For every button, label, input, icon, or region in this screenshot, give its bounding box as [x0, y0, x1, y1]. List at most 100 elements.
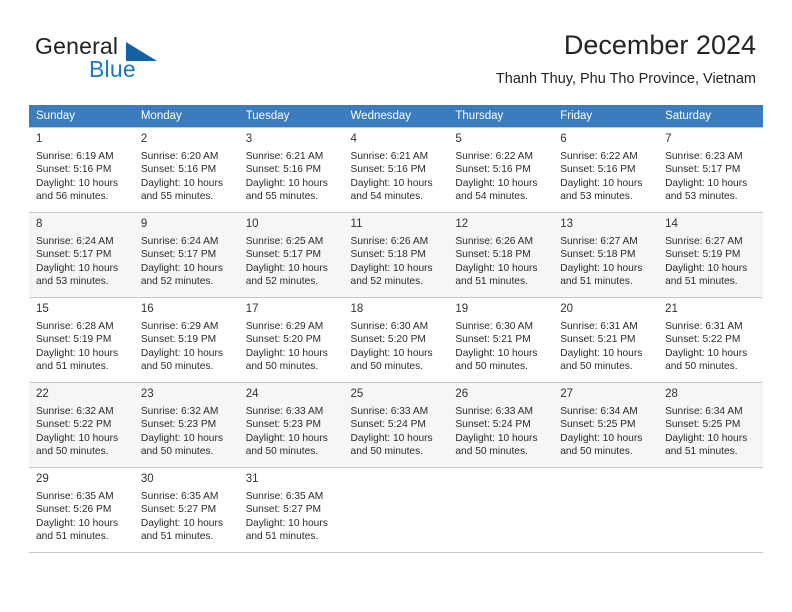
- day-number: 14: [665, 218, 678, 230]
- day-cell-content: 15 Sunrise: 6:28 AM Sunset: 5:19 PM Dayligh…: [29, 298, 134, 380]
- day-cell-content: 24 Sunrise: 6:33 AM Sunset: 5:23 PM Dayligh…: [239, 383, 344, 465]
- calendar-day-cell[interactable]: 21 Sunrise: 6:31 AM Sunset: 5:22 PM Dayligh…: [658, 297, 763, 383]
- calendar-day-cell[interactable]: 5 Sunrise: 6:22 AM Sunset: 5:16 PM Daylight…: [448, 127, 554, 213]
- calendar-day-cell[interactable]: 26 Sunrise: 6:33 AM Sunset: 5:24 PM Dayligh…: [448, 382, 554, 468]
- day-cell-content: 3 Sunrise: 6:21 AM Sunset: 5:16 PM Daylight…: [239, 128, 344, 210]
- sunset-time: Sunset: 5:19 PM: [36, 334, 112, 346]
- calendar-day-cell[interactable]: 30 Sunrise: 6:35 AM Sunset: 5:27 PM Dayligh…: [133, 467, 239, 553]
- sunset-time: Sunset: 5:16 PM: [245, 164, 322, 176]
- calendar-day-cell[interactable]: 8 Sunrise: 6:24 AM Sunset: 5:17 PM Daylight…: [29, 212, 134, 298]
- calendar-week-row: 29 Sunrise: 6:35 AM Sunset: 5:26 PM Dayligh…: [29, 467, 763, 553]
- day-number: 2: [140, 133, 148, 145]
- day-sun-info: Sunrise: 6:21 AM Sunset: 5:16 PM Daylight:…: [351, 150, 443, 204]
- sunset-time: Sunset: 5:18 PM: [560, 249, 636, 261]
- day-number: 18: [350, 303, 364, 315]
- calendar-day-cell[interactable]: 4 Sunrise: 6:21 AM Sunset: 5:16 PM Daylight…: [343, 127, 449, 213]
- calendar-day-cell[interactable]: 14 Sunrise: 6:27 AM Sunset: 5:19 PM Dayligh…: [658, 212, 763, 298]
- daylight-duration-line1: Daylight: 10 hours: [36, 347, 119, 359]
- calendar-day-cell[interactable]: 27 Sunrise: 6:34 AM Sunset: 5:25 PM Dayligh…: [553, 382, 659, 468]
- calendar-day-cell[interactable]: 31 Sunrise: 6:35 AM Sunset: 5:27 PM Dayligh…: [238, 467, 344, 553]
- calendar-day-cell[interactable]: 15 Sunrise: 6:28 AM Sunset: 5:19 PM Dayligh…: [29, 297, 134, 383]
- day-sun-info: Sunrise: 6:35 AM Sunset: 5:27 PM Daylight:…: [246, 490, 338, 544]
- sunrise-time: Sunrise: 6:29 AM: [140, 321, 219, 332]
- page-title: December 2024: [563, 30, 756, 60]
- sunrise-time: Sunrise: 6:26 AM: [455, 236, 533, 247]
- sunset-time: Sunset: 5:21 PM: [560, 334, 636, 346]
- day-cell-content: 16 Sunrise: 6:29 AM Sunset: 5:19 PM Dayligh…: [134, 298, 239, 380]
- day-number: 21: [665, 303, 678, 315]
- daylight-duration-line2: and 50 minutes.: [140, 361, 214, 373]
- calendar-day-cell[interactable]: 13 Sunrise: 6:27 AM Sunset: 5:18 PM Dayligh…: [553, 212, 659, 298]
- daylight-duration-line1: Daylight: 10 hours: [350, 262, 433, 274]
- day-cell-content: 14 Sunrise: 6:27 AM Sunset: 5:19 PM Dayligh…: [658, 213, 763, 295]
- calendar-day-cell[interactable]: 9 Sunrise: 6:24 AM Sunset: 5:17 PM Daylight…: [133, 212, 239, 298]
- day-sun-info: Sunrise: 6:26 AM Sunset: 5:18 PM Daylight:…: [351, 235, 443, 289]
- calendar-day-cell[interactable]: 18 Sunrise: 6:30 AM Sunset: 5:20 PM Dayligh…: [343, 297, 449, 383]
- sunrise-time: Sunrise: 6:30 AM: [455, 321, 533, 332]
- sunrise-time: Sunrise: 6:22 AM: [560, 151, 638, 162]
- sunset-time: Sunset: 5:20 PM: [245, 334, 322, 346]
- daylight-duration-line2: and 50 minutes.: [245, 361, 319, 373]
- sunrise-time: Sunrise: 6:33 AM: [455, 406, 533, 417]
- day-cell-content: 13 Sunrise: 6:27 AM Sunset: 5:18 PM Dayligh…: [553, 213, 658, 295]
- calendar-day-cell[interactable]: 11 Sunrise: 6:26 AM Sunset: 5:18 PM Dayligh…: [343, 212, 449, 298]
- calendar-day-cell[interactable]: 7 Sunrise: 6:23 AM Sunset: 5:17 PM Daylight…: [658, 127, 763, 213]
- calendar-day-cell[interactable]: 24 Sunrise: 6:33 AM Sunset: 5:23 PM Dayligh…: [238, 382, 344, 468]
- daylight-duration-line1: Daylight: 10 hours: [560, 347, 643, 359]
- sunset-time: Sunset: 5:27 PM: [245, 504, 322, 516]
- day-sun-info: Sunrise: 6:32 AM Sunset: 5:23 PM Daylight:…: [141, 405, 233, 459]
- day-sun-info: Sunrise: 6:27 AM Sunset: 5:19 PM Daylight:…: [665, 235, 757, 289]
- day-cell-content: 11 Sunrise: 6:26 AM Sunset: 5:18 PM Dayligh…: [344, 213, 449, 295]
- day-number: 28: [665, 388, 678, 400]
- sunrise-time: Sunrise: 6:28 AM: [36, 321, 114, 332]
- calendar-day-cell[interactable]: 10 Sunrise: 6:25 AM Sunset: 5:17 PM Dayligh…: [238, 212, 344, 298]
- sunset-time: Sunset: 5:16 PM: [140, 164, 217, 176]
- calendar-day-cell[interactable]: 12 Sunrise: 6:26 AM Sunset: 5:18 PM Dayligh…: [448, 212, 554, 298]
- calendar-day-cell[interactable]: 16 Sunrise: 6:29 AM Sunset: 5:19 PM Dayligh…: [133, 297, 239, 383]
- day-number: 20: [560, 303, 574, 315]
- calendar-day-cell[interactable]: 2 Sunrise: 6:20 AM Sunset: 5:16 PM Daylight…: [133, 127, 239, 213]
- calendar-day-cell[interactable]: 3 Sunrise: 6:21 AM Sunset: 5:16 PM Daylight…: [238, 127, 344, 213]
- daylight-duration-line2: and 56 minutes.: [36, 191, 109, 203]
- sunset-time: Sunset: 5:17 PM: [36, 249, 112, 261]
- sunrise-time: Sunrise: 6:20 AM: [140, 151, 219, 162]
- sunset-time: Sunset: 5:26 PM: [36, 504, 112, 516]
- sunrise-time: Sunrise: 6:24 AM: [36, 236, 114, 247]
- daylight-duration-line2: and 50 minutes.: [140, 446, 214, 458]
- sunrise-time: Sunrise: 6:24 AM: [140, 236, 219, 247]
- calendar-day-cell[interactable]: 6 Sunrise: 6:22 AM Sunset: 5:16 PM Daylight…: [553, 127, 659, 213]
- daylight-duration-line2: and 50 minutes.: [665, 361, 738, 373]
- day-sun-info: Sunrise: 6:33 AM Sunset: 5:24 PM Daylight:…: [351, 405, 443, 459]
- day-number: 19: [455, 303, 469, 315]
- day-number: 7: [665, 133, 672, 145]
- daylight-duration-line2: and 51 minutes.: [36, 361, 109, 373]
- day-sun-info: Sunrise: 6:34 AM Sunset: 5:25 PM Daylight:…: [560, 405, 652, 459]
- daylight-duration-line2: and 50 minutes.: [560, 446, 633, 458]
- calendar-day-cell[interactable]: 17 Sunrise: 6:29 AM Sunset: 5:20 PM Dayligh…: [238, 297, 344, 383]
- day-number: 27: [560, 388, 574, 400]
- calendar-empty-cell: [658, 467, 763, 553]
- day-number: 8: [36, 218, 43, 230]
- calendar-day-cell[interactable]: 23 Sunrise: 6:32 AM Sunset: 5:23 PM Dayligh…: [133, 382, 239, 468]
- weekday-header-sunday: Sunday: [29, 105, 134, 128]
- daylight-duration-line2: and 52 minutes.: [140, 276, 214, 288]
- daylight-duration-line1: Daylight: 10 hours: [560, 432, 643, 444]
- daylight-duration-line2: and 53 minutes.: [665, 191, 738, 203]
- calendar-day-cell[interactable]: 19 Sunrise: 6:30 AM Sunset: 5:21 PM Dayligh…: [448, 297, 554, 383]
- calendar-day-cell[interactable]: 29 Sunrise: 6:35 AM Sunset: 5:26 PM Dayligh…: [29, 467, 134, 553]
- day-number: 29: [36, 473, 49, 485]
- day-number: 12: [455, 218, 469, 230]
- day-cell-content: 9 Sunrise: 6:24 AM Sunset: 5:17 PM Daylight…: [134, 213, 239, 295]
- calendar-day-cell[interactable]: 20 Sunrise: 6:31 AM Sunset: 5:21 PM Dayligh…: [553, 297, 659, 383]
- daylight-duration-line2: and 50 minutes.: [36, 446, 109, 458]
- day-sun-info: Sunrise: 6:29 AM Sunset: 5:20 PM Daylight:…: [246, 320, 338, 374]
- daylight-duration-line2: and 55 minutes.: [140, 191, 214, 203]
- calendar-day-cell[interactable]: 25 Sunrise: 6:33 AM Sunset: 5:24 PM Dayligh…: [343, 382, 449, 468]
- calendar-day-cell[interactable]: 28 Sunrise: 6:34 AM Sunset: 5:25 PM Dayligh…: [658, 382, 763, 468]
- sunset-time: Sunset: 5:16 PM: [455, 164, 531, 176]
- calendar-day-cell[interactable]: 1 Sunrise: 6:19 AM Sunset: 5:16 PM Daylight…: [29, 127, 134, 213]
- calendar-day-cell[interactable]: 22 Sunrise: 6:32 AM Sunset: 5:22 PM Dayligh…: [29, 382, 134, 468]
- day-number: 17: [245, 303, 259, 315]
- sunrise-time: Sunrise: 6:23 AM: [665, 151, 743, 162]
- general-blue-logo[interactable]: General Blue: [35, 33, 195, 85]
